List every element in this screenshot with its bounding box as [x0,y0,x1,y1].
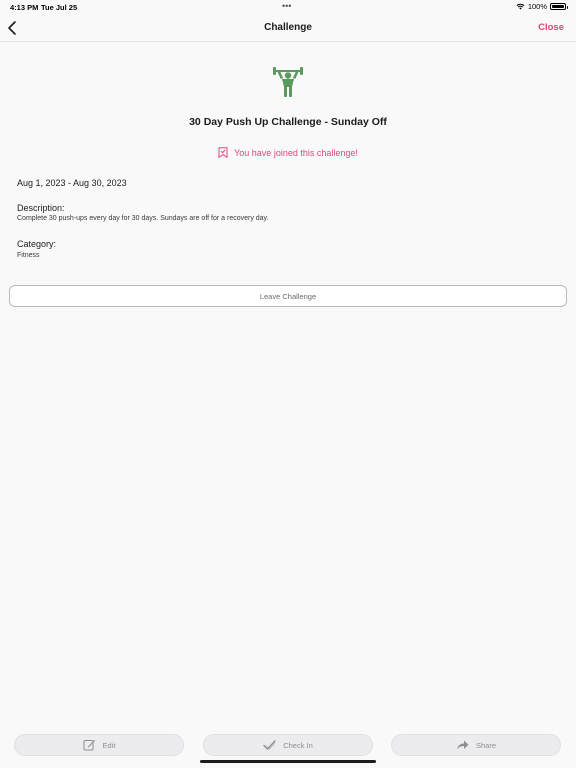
multitasking-dots[interactable]: ••• [282,1,291,11]
share-button[interactable]: Share [391,734,561,756]
check-in-button[interactable]: Check In [203,734,373,756]
checkmark-icon [263,740,276,750]
share-label: Share [475,740,496,750]
status-time: 4:13 PM [10,3,39,12]
description-label: Description: [17,203,65,213]
leave-challenge-button[interactable]: Leave Challenge [9,285,567,307]
description-text: Complete 30 push-ups every day for 30 da… [17,215,269,222]
close-button[interactable]: Close [538,22,564,33]
category-text: Fitness [17,252,40,259]
weightlifter-icon [273,67,303,97]
check-in-label: Check In [283,740,313,750]
status-bar: 4:13 PM Tue Jul 25 ••• 100% [0,0,576,14]
status-date: Tue Jul 25 [41,3,78,12]
navigation-bar: Challenge Close [0,14,576,42]
battery-icon [550,3,568,10]
home-indicator [200,760,376,763]
page-title: Challenge [264,22,312,33]
wifi-icon [516,3,525,10]
edit-label: Edit [102,740,116,750]
joined-status: You have joined this challenge! [0,147,576,158]
status-right: 100% [516,2,568,11]
category-label: Category: [17,239,57,249]
battery-percent: 100% [527,2,547,11]
share-arrow-icon [456,740,469,750]
challenge-dates: Aug 1, 2023 - Aug 30, 2023 [17,178,127,188]
edit-button[interactable]: Edit [14,734,184,756]
edit-icon [83,740,95,751]
joined-text: You have joined this challenge! [234,147,358,158]
bookmark-check-icon [218,147,228,158]
challenge-title: 30 Day Push Up Challenge - Sunday Off [189,116,387,128]
